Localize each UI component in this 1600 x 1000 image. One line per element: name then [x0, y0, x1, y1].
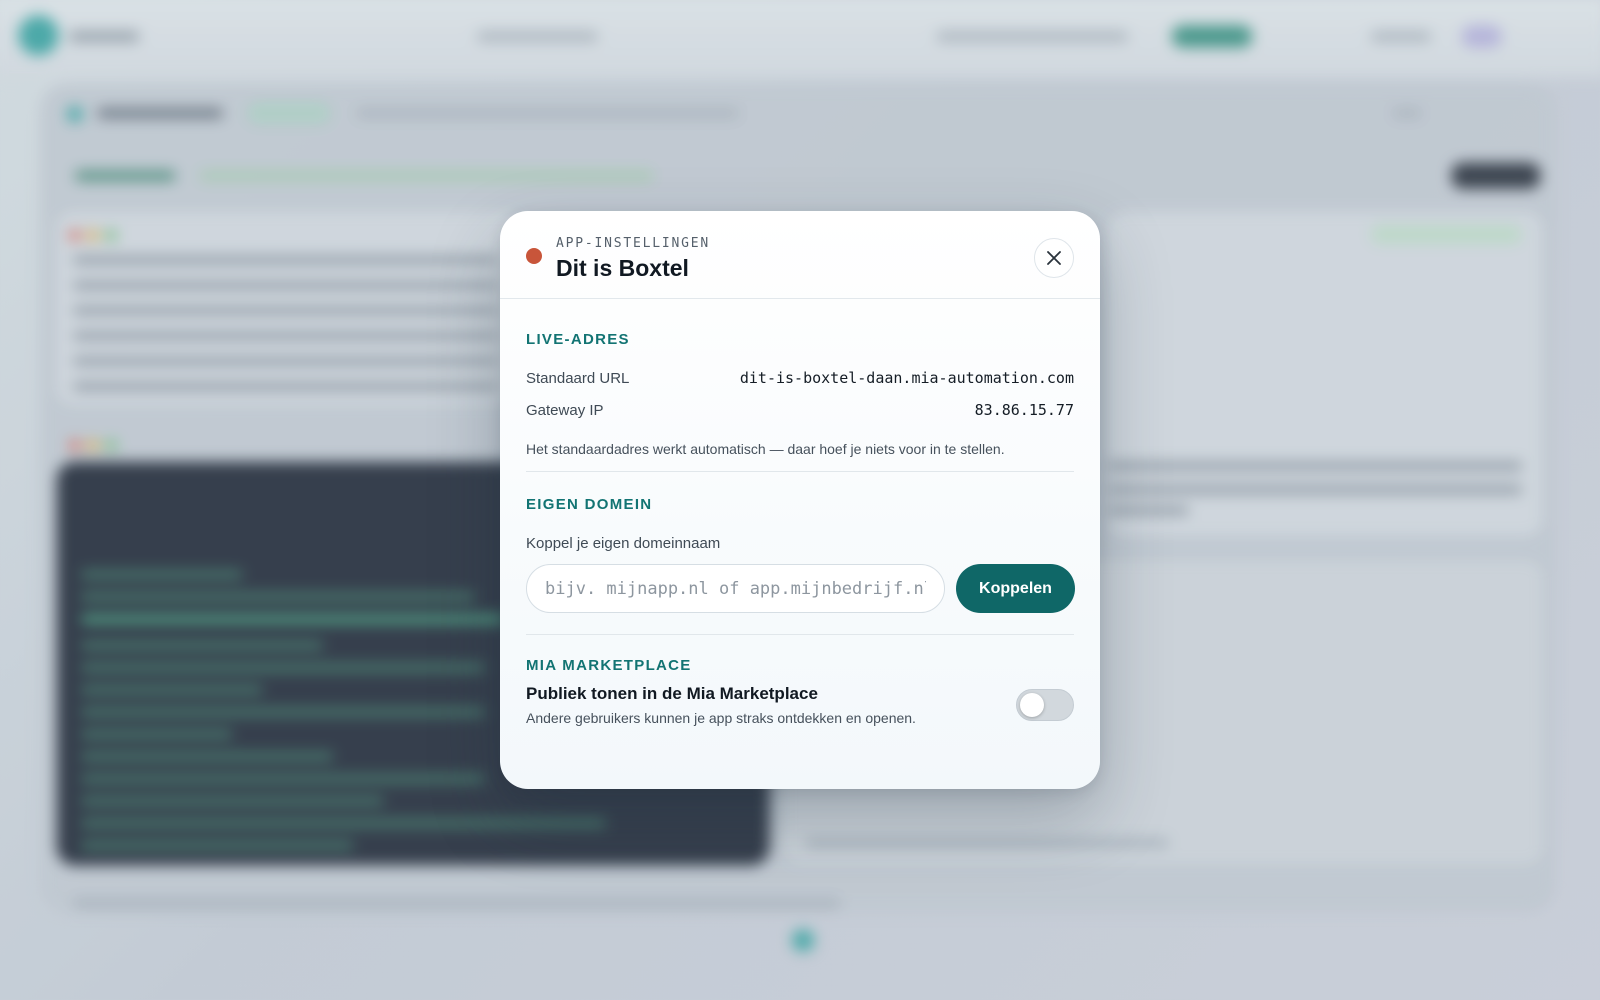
- marketplace-toggle-description: Andere gebruikers kunnen je app straks o…: [526, 710, 916, 726]
- marketplace-heading: MIA MARKETPLACE: [526, 657, 692, 674]
- close-button[interactable]: [1034, 238, 1074, 278]
- app-status-dot: [526, 248, 542, 264]
- default-url-label: Standaard URL: [526, 369, 630, 387]
- live-address-note: Het standaardadres werkt automatisch — d…: [526, 441, 1005, 457]
- app-settings-dialog: APP-INSTELLINGEN Dit is Boxtel LIVE-ADRE…: [500, 211, 1100, 789]
- marketplace-text: Publiek tonen in de Mia Marketplace Ande…: [526, 684, 916, 726]
- section-divider: [526, 634, 1074, 635]
- dialog-header: APP-INSTELLINGEN Dit is Boxtel: [500, 211, 1100, 299]
- gateway-ip-label: Gateway IP: [526, 401, 604, 419]
- dialog-body: LIVE-ADRES Standaard URL dit-is-boxtel-d…: [500, 331, 1100, 726]
- close-icon: [1047, 251, 1061, 265]
- default-url-value: dit-is-boxtel-daan.mia-automation.com: [739, 369, 1074, 387]
- gateway-ip-row: Gateway IP 83.86.15.77: [526, 394, 1074, 426]
- custom-domain-label: Koppel je eigen domeinnaam: [526, 535, 721, 552]
- marketplace-toggle-title: Publiek tonen in de Mia Marketplace: [526, 684, 818, 703]
- live-address-list: Standaard URL dit-is-boxtel-daan.mia-aut…: [526, 362, 1074, 426]
- toggle-knob: [1020, 693, 1044, 717]
- dialog-title: Dit is Boxtel: [556, 255, 689, 281]
- marketplace-toggle[interactable]: [1016, 689, 1074, 721]
- dialog-eyebrow: APP-INSTELLINGEN: [556, 236, 711, 251]
- gateway-ip-value: 83.86.15.77: [974, 401, 1074, 419]
- marketplace-visibility-row: Publiek tonen in de Mia Marketplace Ande…: [526, 684, 1074, 726]
- live-address-heading: LIVE-ADRES: [526, 331, 630, 348]
- custom-domain-heading: EIGEN DOMEIN: [526, 496, 653, 513]
- custom-domain-input[interactable]: [526, 564, 945, 613]
- default-url-row: Standaard URL dit-is-boxtel-daan.mia-aut…: [526, 362, 1074, 394]
- custom-domain-row: Koppelen: [526, 564, 1075, 613]
- section-divider: [526, 471, 1074, 472]
- connect-domain-button[interactable]: Koppelen: [956, 564, 1075, 613]
